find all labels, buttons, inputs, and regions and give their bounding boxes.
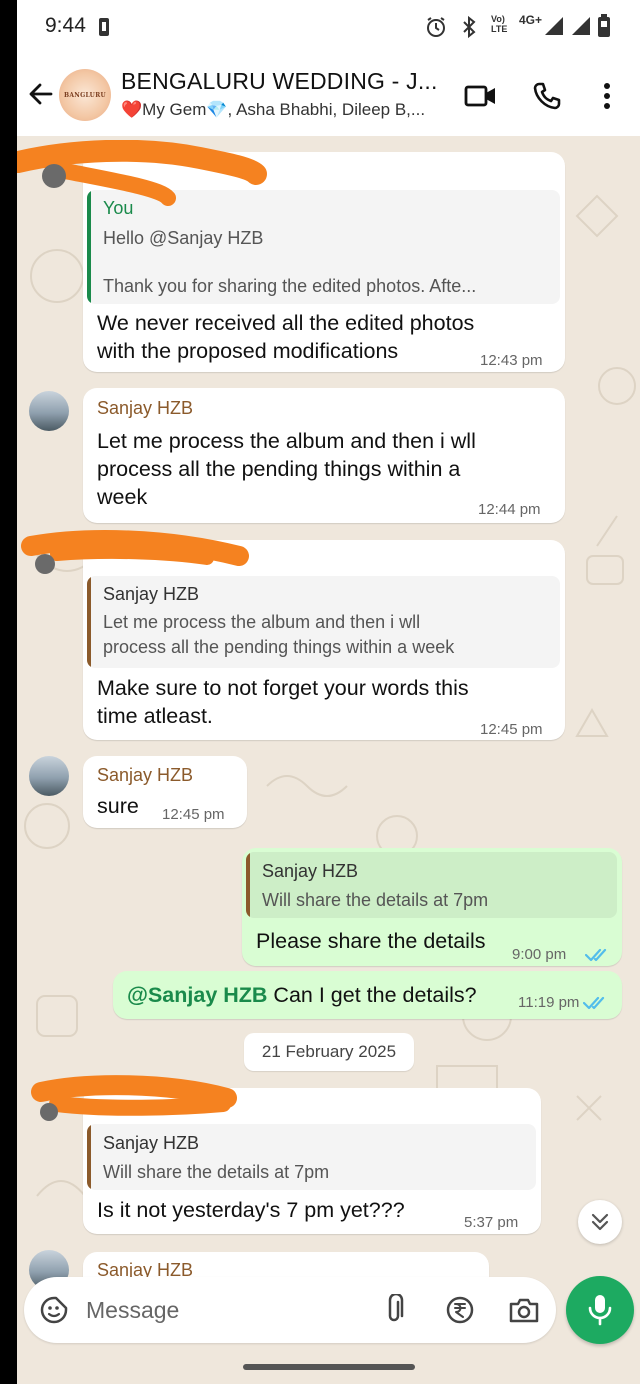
signal-strength-icon: [545, 17, 563, 35]
message-text-line: with the proposed modifications: [97, 339, 399, 363]
mic-icon: [588, 1295, 612, 1326]
message-text-line: Make sure to not forget your words this: [97, 676, 469, 700]
quote-author: Sanjay HZB: [103, 1133, 200, 1153]
message-bubble-incoming[interactable]: Sanjay HZB sure 12:45 pm: [83, 756, 247, 828]
quote-text-line: Will share the details at 7pm: [103, 1162, 330, 1182]
bluetooth-icon: [463, 15, 476, 39]
sender-name[interactable]: Sanjay HZB: [97, 398, 193, 419]
redaction-scribble: [17, 140, 267, 206]
quote-text-line: Hello @Sanjay HZB: [103, 228, 264, 248]
message-text-line: Let me process the album and then i wll: [97, 429, 476, 453]
network-type-label: 4G+: [519, 13, 543, 27]
sender-avatar[interactable]: [29, 391, 69, 431]
battery-icon: [598, 14, 610, 37]
double-chevron-down-icon: [591, 1213, 609, 1231]
message-text-line: process all the pending things within a: [97, 457, 461, 481]
signal-strength-2-icon: [572, 17, 590, 35]
quoted-message[interactable]: Sanjay HZB Let me process the album and …: [87, 576, 560, 668]
back-arrow-icon: [29, 83, 53, 105]
message-text-line: time atleast.: [97, 704, 213, 728]
quoted-message[interactable]: Sanjay HZB Will share the details at 7pm: [246, 852, 617, 918]
sticker-icon: [40, 1296, 68, 1324]
video-call-icon: [464, 85, 495, 107]
message-text-rest: Can I get the details?: [267, 983, 477, 1007]
home-gesture-handle[interactable]: [243, 1364, 415, 1370]
group-avatar-text: BANGLURU: [63, 91, 107, 99]
system-navigation-bar: [17, 1350, 640, 1384]
quote-text-line: Will share the details at 7pm: [262, 890, 489, 910]
more-options-icon: [604, 83, 610, 109]
whatsapp-screen: 9:44 Vo) LTE 4G+ BANGLURU BENGALURU WEDD…: [0, 0, 640, 1384]
camera-icon: [509, 1298, 539, 1323]
message-time: 12:43 pm: [480, 352, 543, 369]
video-call-button[interactable]: [461, 76, 501, 116]
message-time: 12:44 pm: [478, 501, 541, 518]
mention-link[interactable]: @Sanjay HZB: [127, 983, 267, 1007]
date-separator: 21 February 2025: [244, 1033, 414, 1071]
sender-name[interactable]: Sanjay HZB: [97, 765, 193, 786]
chat-header: BANGLURU BENGALURU WEDDING - J... ❤️My G…: [17, 56, 640, 136]
message-text: @Sanjay HZB Can I get the details?: [127, 981, 477, 1009]
message-text-line: Please share the details: [256, 929, 486, 953]
sticker-button[interactable]: [38, 1294, 70, 1326]
quote-accent-bar: [246, 852, 250, 918]
group-title[interactable]: BENGALURU WEDDING - J...: [121, 68, 438, 95]
camera-button[interactable]: [506, 1294, 542, 1326]
voice-call-button[interactable]: [527, 76, 567, 116]
sim-status-icon: [99, 18, 109, 36]
redaction-scribble: [21, 530, 249, 574]
message-bubble-outgoing[interactable]: @Sanjay HZB Can I get the details? 11:19…: [113, 971, 622, 1019]
message-text-line: week: [97, 485, 148, 509]
message-bubble-incoming[interactable]: Sanjay HZB Let me process the album and …: [83, 388, 565, 523]
message-time: 12:45 pm: [480, 721, 543, 738]
message-time: 5:37 pm: [464, 1214, 519, 1231]
payment-button[interactable]: [444, 1294, 476, 1326]
voice-message-button[interactable]: [566, 1276, 634, 1344]
scroll-to-bottom-button[interactable]: [578, 1200, 622, 1244]
attach-icon: [388, 1294, 404, 1322]
quote-author: Sanjay HZB: [262, 861, 359, 881]
back-button[interactable]: [25, 78, 57, 110]
attach-button[interactable]: [378, 1294, 410, 1326]
volte-label: Vo) LTE: [491, 14, 508, 34]
status-bar: 9:44 Vo) LTE 4G+: [17, 0, 640, 56]
quote-text-line: Thank you for sharing the edited photos.…: [103, 276, 477, 296]
message-text-line: We never received all the edited photos: [97, 311, 475, 335]
message-text-line: sure: [97, 794, 139, 818]
group-members[interactable]: ❤️My Gem💎, Asha Bhabhi, Dileep B,...: [121, 100, 425, 120]
alarm-icon: [427, 17, 445, 37]
read-receipt-icon: [585, 948, 607, 962]
message-time: 11:19 pm: [518, 994, 580, 1011]
message-time: 12:45 pm: [162, 806, 225, 823]
redaction-scribble: [31, 1075, 237, 1121]
phone-call-icon: [533, 82, 561, 110]
message-time: 9:00 pm: [512, 946, 567, 963]
quote-text-line: Let me process the album and then i wll: [103, 612, 421, 632]
quote-accent-bar: [87, 576, 91, 668]
status-time: 9:44: [45, 14, 86, 37]
message-bubble-outgoing[interactable]: Sanjay HZB Will share the details at 7pm…: [242, 848, 622, 966]
message-text-line: Is it not yesterday's 7 pm yet???: [97, 1198, 405, 1222]
group-avatar[interactable]: BANGLURU: [59, 69, 111, 121]
chat-area[interactable]: You Hello @Sanjay HZB Thank you for shar…: [17, 136, 640, 1350]
rupee-payment-icon: [446, 1296, 474, 1324]
more-options-button[interactable]: [595, 76, 619, 116]
message-input[interactable]: [86, 1293, 366, 1327]
message-composer: [24, 1277, 556, 1343]
quote-text-line: process all the pending things within a …: [103, 637, 455, 657]
left-edge-strip: [0, 0, 17, 1384]
read-receipt-icon: [583, 996, 605, 1010]
sender-avatar[interactable]: [29, 756, 69, 796]
